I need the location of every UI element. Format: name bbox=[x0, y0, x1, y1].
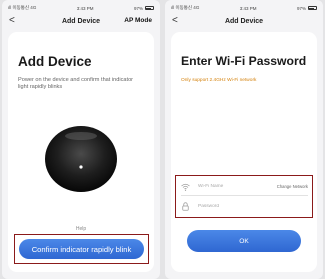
instruction-card: Add Device Power on the device and confi… bbox=[8, 32, 154, 272]
wifi-name-input[interactable] bbox=[198, 184, 277, 189]
carrier-label: ıll 이동통신 4G bbox=[171, 5, 200, 10]
ok-button[interactable]: OK bbox=[187, 230, 301, 252]
wifi-card: Enter Wi-Fi Password Only support 2.4GHz… bbox=[171, 32, 317, 272]
smart-plug-device-image bbox=[42, 118, 120, 196]
wifi-name-row: Change Network bbox=[181, 178, 308, 196]
battery-percent: 97% bbox=[296, 5, 306, 11]
nav-bar: < Add Device AP Mode bbox=[2, 14, 160, 28]
page-title: Add Device bbox=[18, 54, 92, 69]
change-network-link[interactable]: Change Network bbox=[277, 184, 308, 189]
page-title: Enter Wi-Fi Password bbox=[181, 54, 307, 68]
battery-icon bbox=[307, 6, 317, 10]
status-bar: ıll 이동통신 4G 3:43 PM 97% bbox=[8, 3, 154, 13]
confirm-indicator-button[interactable]: Confirm indicator rapidly blink bbox=[19, 239, 144, 259]
back-button[interactable]: < bbox=[172, 14, 178, 28]
battery-percent: 97% bbox=[133, 5, 143, 11]
lock-icon bbox=[181, 201, 190, 211]
password-row bbox=[181, 197, 308, 215]
nav-title: Add Device bbox=[61, 17, 101, 25]
ap-mode-link[interactable]: AP Mode bbox=[124, 14, 152, 28]
clock: 3:43 PM bbox=[76, 5, 94, 11]
highlight-box: Change Network bbox=[175, 175, 313, 218]
wifi-password-screen: ıll 이동통신 4G 3:43 PM 97% < Add Device Ent… bbox=[165, 0, 323, 279]
help-link[interactable]: Help bbox=[8, 226, 154, 232]
nav-title: Add Device bbox=[224, 17, 264, 25]
back-button[interactable]: < bbox=[9, 14, 15, 28]
highlight-box: Confirm indicator rapidly blink bbox=[14, 234, 149, 264]
wifi-band-note: Only support 2.4GHz Wi-Fi network bbox=[181, 78, 257, 83]
carrier-label: ıll 이동통신 4G bbox=[8, 5, 37, 10]
status-right: 97% bbox=[134, 6, 154, 11]
clock: 3:43 PM bbox=[239, 5, 257, 11]
battery-icon bbox=[144, 6, 154, 10]
wifi-icon bbox=[181, 182, 190, 191]
instruction-text: Power on the device and confirm that ind… bbox=[18, 77, 134, 90]
nav-bar: < Add Device bbox=[165, 14, 323, 28]
password-input[interactable] bbox=[198, 203, 308, 209]
status-right: 97% bbox=[297, 6, 317, 11]
add-device-screen: ıll 이동통신 4G 3:43 PM 97% < Add Device AP … bbox=[2, 0, 160, 279]
status-bar: ıll 이동통신 4G 3:43 PM 97% bbox=[171, 3, 317, 13]
